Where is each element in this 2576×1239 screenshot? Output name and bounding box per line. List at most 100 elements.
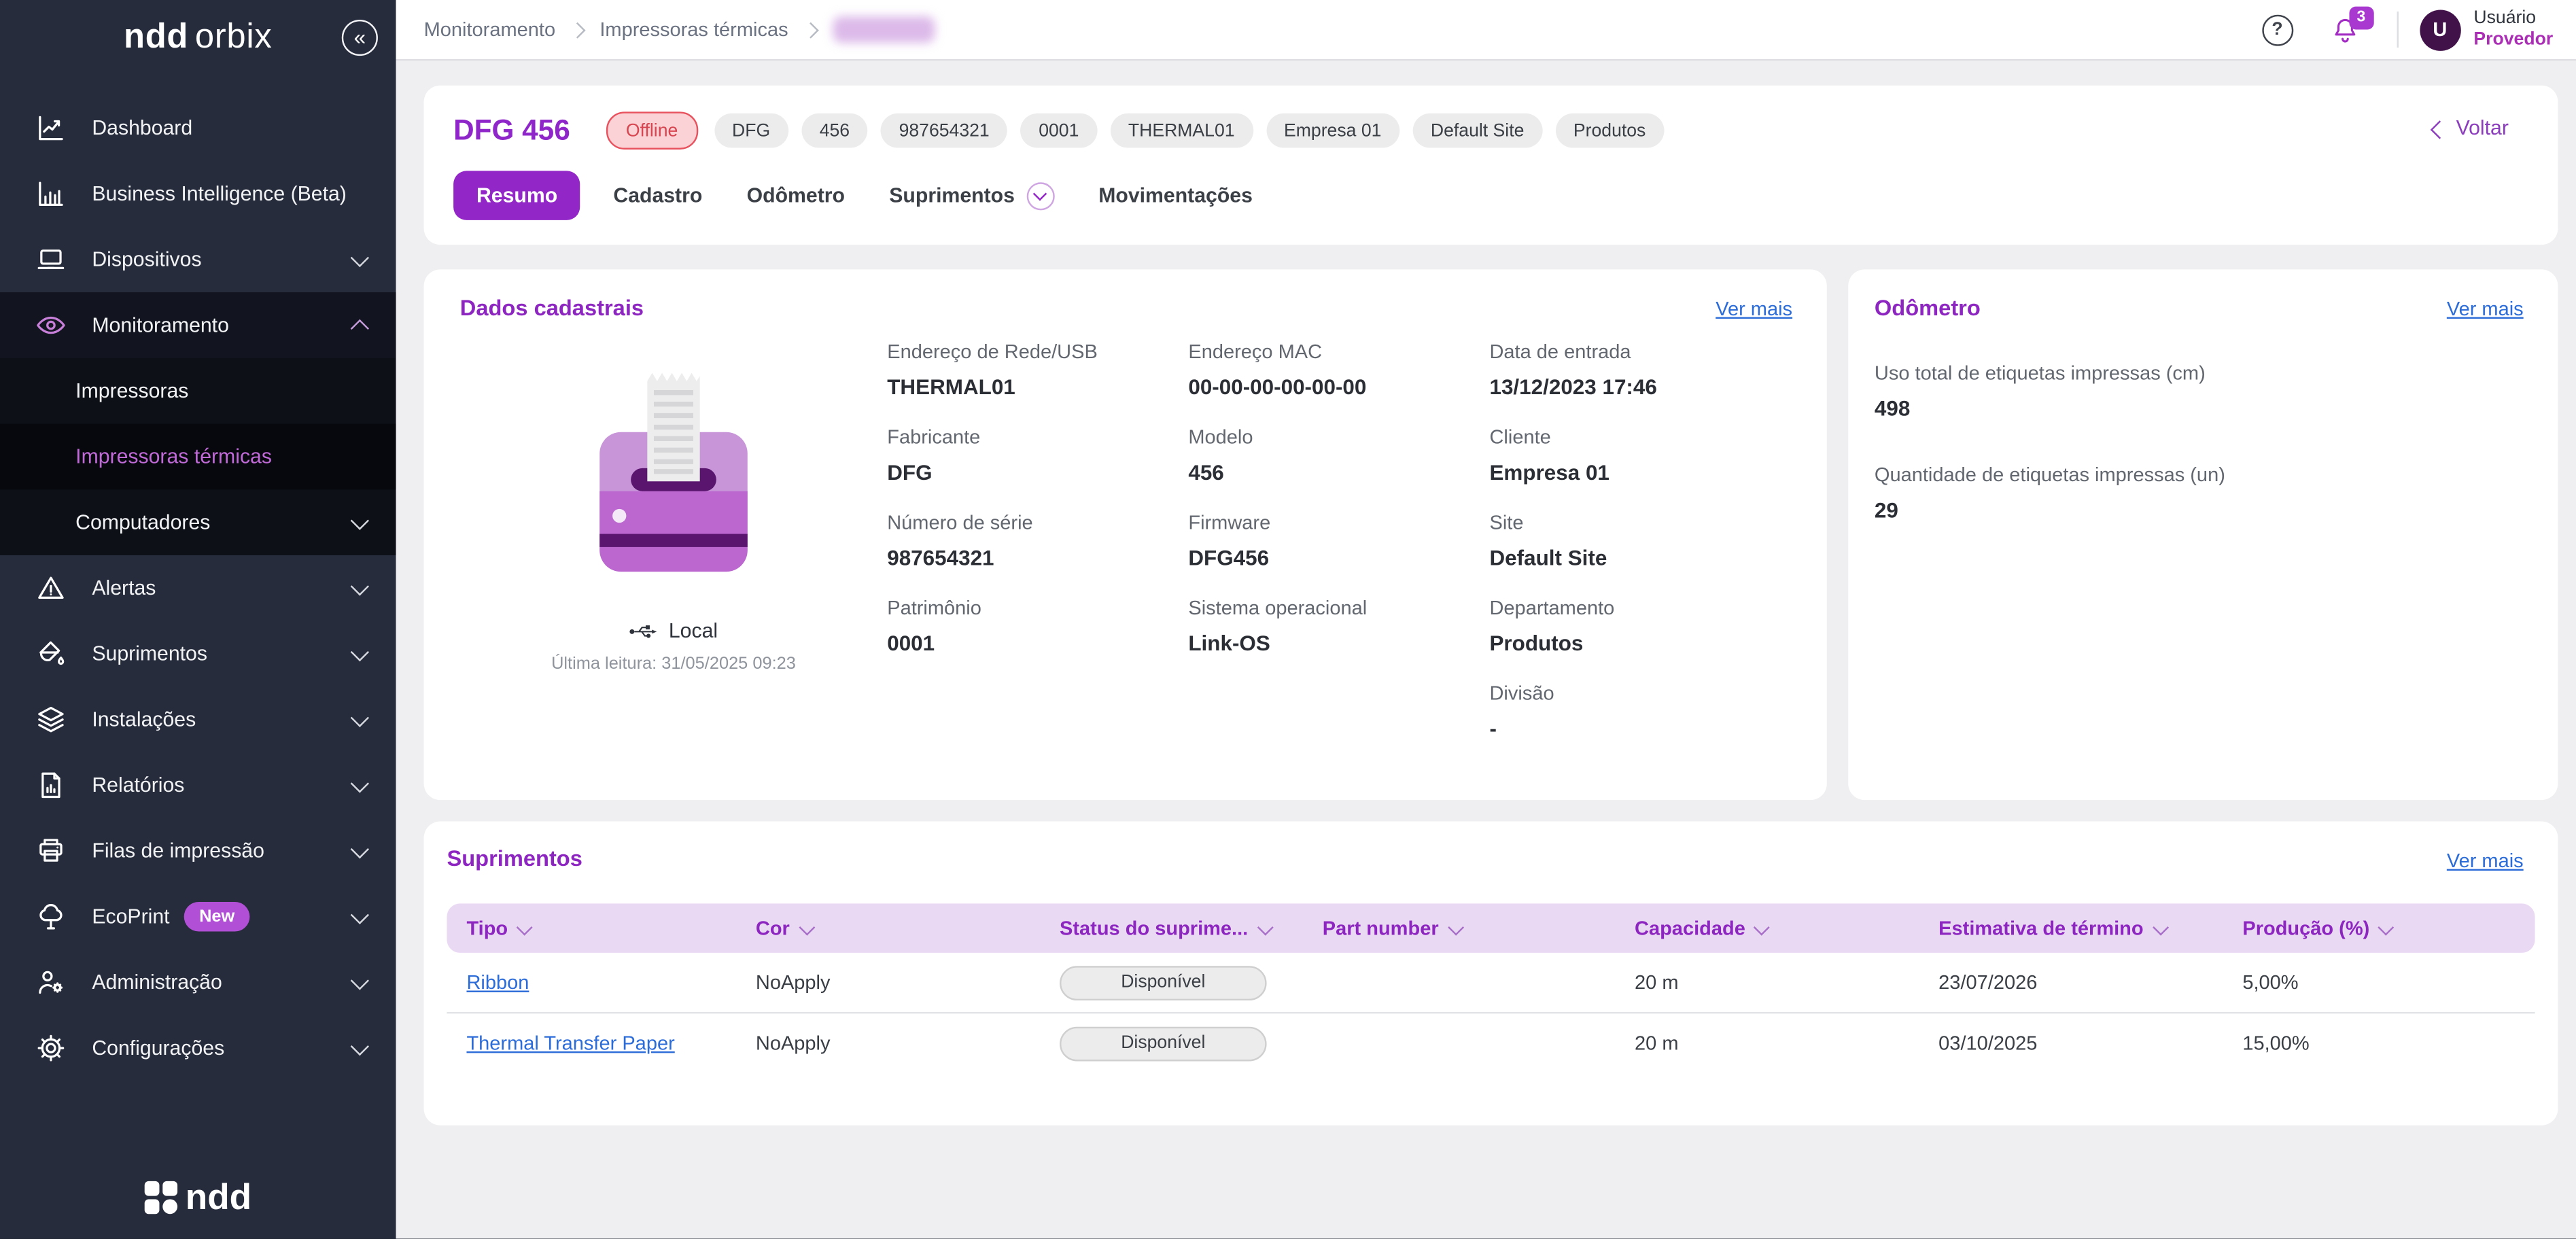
main-area: Monitoramento Impressoras térmicas ? 3 U…	[396, 0, 2576, 1238]
chevron-down-icon	[1448, 919, 1463, 934]
bar-chart-icon	[33, 177, 67, 211]
user-info[interactable]: Usuário Provedor	[2473, 8, 2553, 52]
user-gear-icon	[33, 965, 67, 1000]
device-title-row: DFG 456 Offline DFG 456 987654321 0001 T…	[453, 111, 2509, 150]
supply-link-thermal-paper[interactable]: Thermal Transfer Paper	[466, 1032, 674, 1055]
chevron-down-icon	[351, 248, 369, 266]
field-uso-total-etiquetas: Uso total de etiquetas impressas (cm) 49…	[1875, 362, 2532, 421]
breadcrumb-monitoramento[interactable]: Monitoramento	[424, 18, 555, 41]
topbar: Monitoramento Impressoras térmicas ? 3 U…	[396, 0, 2576, 60]
sidebar-item-computadores[interactable]: Computadores	[0, 489, 396, 555]
chevron-left-icon	[2431, 120, 2449, 138]
dados-ver-mais-link[interactable]: Ver mais	[1716, 297, 1792, 320]
sidebar-item-impressoras-termicas[interactable]: Impressoras térmicas	[0, 424, 396, 490]
tab-dropdown-button[interactable]	[1026, 181, 1054, 209]
breadcrumb-impressoras-termicas[interactable]: Impressoras térmicas	[599, 18, 788, 41]
tab-resumo[interactable]: Resumo	[453, 171, 580, 220]
suprimentos-card: Suprimentos Ver mais Tipo Cor Statu	[424, 822, 2558, 1125]
field-label: Uso total de etiquetas impressas (cm)	[1875, 362, 2532, 385]
field-label: Site	[1489, 511, 1790, 534]
user-name: Usuário	[2473, 8, 2553, 30]
help-button[interactable]: ?	[2262, 14, 2293, 46]
column-label: Capacidade	[1635, 917, 1745, 940]
monitoramento-group: Monitoramento Impressoras Impressoras té…	[0, 292, 396, 555]
column-header-capacidade[interactable]: Capacidade	[1615, 917, 1919, 940]
notification-count-badge: 3	[2349, 5, 2373, 29]
sidebar-item-dispositivos[interactable]: Dispositivos	[0, 227, 396, 293]
user-avatar[interactable]: U	[2420, 9, 2460, 50]
status-pill-disponivel: Disponível	[1060, 965, 1267, 1000]
topbar-divider	[2397, 12, 2398, 48]
sidebar-item-impressoras[interactable]: Impressoras	[0, 358, 396, 424]
device-tag: THERMAL01	[1110, 114, 1253, 148]
dados-fields-grid: Endereço de Rede/USB THERMAL01 Endereço …	[887, 340, 1790, 741]
sidebar-item-label: EcoPrint	[92, 905, 169, 928]
field-label: Quantidade de etiquetas impressas (un)	[1875, 464, 2532, 487]
sidebar-item-business-intelligence[interactable]: Business Intelligence (Beta)	[0, 161, 396, 227]
chevron-down-icon	[351, 1036, 369, 1055]
column-header-estimativa[interactable]: Estimativa de término	[1919, 917, 2223, 940]
sidebar-item-instalacoes[interactable]: Instalações	[0, 686, 396, 752]
odometro-fields: Uso total de etiquetas impressas (cm) 49…	[1875, 362, 2532, 523]
ndd-grid-icon	[144, 1181, 177, 1214]
sidebar: ndd orbix « Dashboard Business Intellige…	[0, 0, 396, 1238]
sidebar-item-dashboard[interactable]: Dashboard	[0, 95, 396, 161]
field-fabricante: Fabricante DFG	[887, 425, 1188, 485]
sidebar-item-label: Relatórios	[92, 773, 184, 797]
sidebar-item-filas-de-impressao[interactable]: Filas de impressão	[0, 818, 396, 884]
tab-suprimentos[interactable]: Suprimentos	[889, 181, 1054, 209]
column-header-producao[interactable]: Produção (%)	[2223, 917, 2535, 940]
chevron-down-icon	[1754, 919, 1769, 934]
sidebar-item-alertas[interactable]: Alertas	[0, 555, 396, 621]
field-value: 456	[1188, 460, 1489, 485]
chevron-down-icon	[351, 576, 369, 595]
sidebar-item-ecoprint[interactable]: EcoPrint New	[0, 884, 396, 949]
suprimentos-ver-mais-link[interactable]: Ver mais	[2447, 850, 2524, 873]
column-header-status[interactable]: Status do suprime...	[1040, 917, 1303, 940]
field-endereco-rede: Endereço de Rede/USB THERMAL01	[887, 340, 1188, 399]
user-role: Provedor	[2473, 30, 2553, 52]
sidebar-item-monitoramento[interactable]: Monitoramento	[0, 292, 396, 358]
tab-odometro[interactable]: Odômetro	[747, 184, 845, 207]
chevron-down-icon	[351, 773, 369, 792]
column-header-cor[interactable]: Cor	[736, 917, 1040, 940]
device-tag: DFG	[714, 114, 788, 148]
field-value: -	[1489, 716, 1790, 741]
notifications-button[interactable]: 3	[2329, 14, 2361, 46]
field-label: Endereço MAC	[1188, 340, 1489, 363]
column-header-part-number[interactable]: Part number	[1303, 917, 1615, 940]
cell-producao: 5,00%	[2223, 971, 2535, 994]
logo-orbix-text: orbix	[195, 18, 273, 58]
sidebar-item-administracao[interactable]: Administração	[0, 949, 396, 1015]
tab-movimentacoes[interactable]: Movimentações	[1098, 184, 1253, 207]
sidebar-item-configuracoes[interactable]: Configurações	[0, 1015, 396, 1081]
field-label: Firmware	[1188, 511, 1489, 534]
app-window: ndd orbix « Dashboard Business Intellige…	[0, 0, 2576, 1238]
tab-label: Resumo	[476, 184, 557, 207]
sidebar-collapse-button[interactable]: «	[342, 20, 378, 56]
chevron-down-icon	[2379, 919, 2394, 934]
column-header-tipo[interactable]: Tipo	[447, 917, 735, 940]
device-tag: 0001	[1021, 114, 1097, 148]
sidebar-item-label: Configurações	[92, 1036, 224, 1060]
card-title: Dados cadastrais	[460, 296, 1791, 320]
field-label: Modelo	[1188, 425, 1489, 449]
avatar-initial: U	[2433, 18, 2447, 41]
breadcrumb-current-redacted	[833, 16, 935, 43]
back-button[interactable]: Voltar	[2433, 117, 2509, 140]
field-value: Produtos	[1489, 631, 1790, 655]
tab-cadastro[interactable]: Cadastro	[613, 184, 702, 207]
sidebar-item-label: Impressoras	[75, 379, 188, 402]
field-quantidade-etiquetas: Quantidade de etiquetas impressas (un) 2…	[1875, 464, 2532, 523]
odometro-ver-mais-link[interactable]: Ver mais	[2447, 297, 2524, 320]
status-badge-offline: Offline	[606, 111, 697, 150]
card-title: Odômetro	[1875, 296, 2532, 320]
card-title: Suprimentos	[447, 846, 2535, 871]
connection-type-label: Local	[669, 619, 718, 642]
warning-triangle-icon	[33, 571, 67, 606]
supply-link-ribbon[interactable]: Ribbon	[466, 971, 529, 994]
topbar-actions: ? 3 U Usuário Provedor	[2262, 8, 2554, 52]
sidebar-item-suprimentos[interactable]: Suprimentos	[0, 621, 396, 687]
table-row: Thermal Transfer Paper NoApply Disponíve…	[447, 1012, 2535, 1072]
sidebar-item-relatorios[interactable]: Relatórios	[0, 752, 396, 818]
